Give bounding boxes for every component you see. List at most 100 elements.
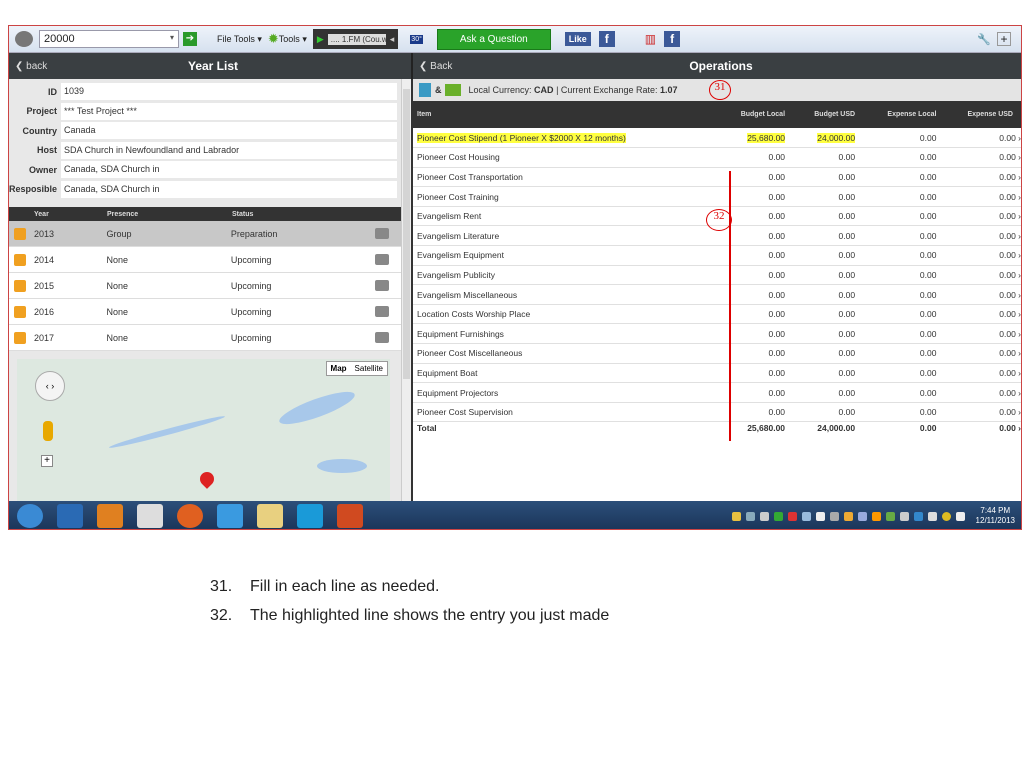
cell-2[interactable]: 0.00 <box>795 284 866 305</box>
volume-icon[interactable]: ◂ <box>390 34 395 45</box>
chevron-right-icon[interactable]: › <box>1016 407 1021 417</box>
chevron-right-icon[interactable]: › <box>1016 270 1021 280</box>
table-row[interactable]: Pioneer Cost Housing 0.00 0.00 0.00 0.00 › <box>413 147 1021 168</box>
tray-icon[interactable] <box>857 511 867 521</box>
tray-icon[interactable] <box>913 511 923 521</box>
skype-icon[interactable] <box>297 504 323 528</box>
add-icon[interactable]: + <box>997 32 1011 46</box>
tray-icon[interactable] <box>801 511 811 521</box>
info-value[interactable]: SDA Church in Newfoundland and Labrador <box>61 141 397 159</box>
cart-icon[interactable] <box>444 84 461 96</box>
flag-icon[interactable] <box>815 511 825 521</box>
go-button[interactable]: ➔ <box>183 32 197 46</box>
cell-1[interactable]: 0.00 <box>720 363 796 384</box>
cell-1[interactable]: 0.00 <box>720 225 796 247</box>
cell-2[interactable]: 0.00 <box>795 304 866 325</box>
notes-icon[interactable] <box>137 504 163 528</box>
map-pin-icon[interactable] <box>197 469 217 489</box>
cell-1[interactable]: 0.00 <box>720 147 796 168</box>
info-value[interactable]: Canada <box>61 122 397 140</box>
facebook-icon[interactable]: f <box>598 31 615 47</box>
cell-2[interactable]: 0.00 <box>795 323 866 345</box>
back-button[interactable]: ❮ Back <box>419 61 479 72</box>
menu-icon[interactable] <box>375 254 390 265</box>
cell-1[interactable]: 0.00 <box>720 402 796 423</box>
cell-2[interactable]: 0.00 <box>795 225 866 247</box>
chevron-right-icon[interactable]: › <box>1016 192 1021 202</box>
gift-icon[interactable]: ▥ <box>645 32 656 46</box>
pan-control[interactable]: ‹ › <box>35 371 65 401</box>
table-row[interactable]: Equipment Projectors 0.00 0.00 0.00 0.00 › <box>413 382 1021 403</box>
year-row[interactable]: 2015 None Upcoming <box>9 273 401 299</box>
tray-icon[interactable] <box>885 511 895 521</box>
volume-icon[interactable] <box>927 511 937 521</box>
cell-1[interactable]: 0.00 <box>720 245 796 266</box>
cell-2[interactable]: 0.00 <box>795 382 866 403</box>
cell-2[interactable]: 0.00 <box>795 343 866 364</box>
cell-1[interactable]: 0.00 <box>720 167 796 188</box>
tools-menu[interactable]: ✹ Tools ▾ <box>268 31 307 47</box>
table-row[interactable]: Evangelism Miscellaneous 0.00 0.00 0.00 0.00… <box>413 284 1021 305</box>
street-view-pegman-icon[interactable] <box>43 421 53 441</box>
year-row[interactable]: 2017 None Upcoming <box>9 325 401 351</box>
clock[interactable]: 7:44 PM 12/11/2013 <box>976 506 1015 526</box>
chevron-right-icon[interactable]: › <box>1016 133 1021 143</box>
menu-icon[interactable] <box>375 306 390 317</box>
cell-1[interactable]: 0.00 <box>720 186 796 207</box>
cell-1[interactable]: 0.00 <box>720 284 796 305</box>
table-row[interactable]: Equipment Boat 0.00 0.00 0.00 0.00 › <box>413 363 1021 384</box>
chevron-right-icon[interactable]: › <box>1016 290 1021 300</box>
left-scrollbar[interactable] <box>401 79 411 501</box>
info-value[interactable]: *** Test Project *** <box>61 102 397 120</box>
tray-icon[interactable] <box>745 511 755 521</box>
menu-icon[interactable] <box>375 228 390 239</box>
power-icon[interactable] <box>955 511 965 521</box>
file-explorer-icon[interactable] <box>257 504 283 528</box>
cell-2[interactable]: 0.00 <box>795 186 866 207</box>
info-value[interactable]: Canada, SDA Church in <box>61 180 397 198</box>
table-row[interactable]: Pioneer Cost Stipend (1 Pioneer X $2000 … <box>413 128 1021 149</box>
internet-explorer-icon[interactable] <box>217 504 243 528</box>
app-menu-icon[interactable] <box>15 31 33 47</box>
table-row[interactable]: Equipment Furnishings 0.00 0.00 0.00 0.00 › <box>413 323 1021 345</box>
chevron-right-icon[interactable]: › <box>1016 368 1021 378</box>
tray-icon[interactable] <box>787 511 797 521</box>
table-row[interactable]: Evangelism Publicity 0.00 0.00 0.00 0.00 › <box>413 265 1021 286</box>
table-row[interactable]: Pioneer Cost Training 0.00 0.00 0.00 0.00 › <box>413 186 1021 207</box>
chevron-right-icon[interactable]: › <box>1016 152 1021 162</box>
cell-2[interactable]: 24,000.00 <box>795 128 866 149</box>
tray-icon[interactable] <box>941 511 951 521</box>
scrollbar-thumb[interactable] <box>403 89 410 379</box>
table-row[interactable]: Evangelism Equipment 0.00 0.00 0.00 0.00 › <box>413 245 1021 266</box>
cell-2[interactable]: 0.00 <box>795 147 866 168</box>
start-button[interactable] <box>17 504 43 528</box>
cell-1[interactable]: 0.00 <box>720 323 796 345</box>
chevron-right-icon[interactable]: › <box>1016 348 1021 358</box>
tray-icon[interactable] <box>843 511 853 521</box>
cell-2[interactable]: 0.00 <box>795 402 866 423</box>
sync-icon[interactable] <box>773 511 783 521</box>
cell-2[interactable]: 0.00 <box>795 265 866 286</box>
chevron-right-icon[interactable]: › <box>1016 388 1021 398</box>
file-tools-menu[interactable]: File Tools ▾ <box>217 34 262 45</box>
year-row[interactable]: 2014 None Upcoming <box>9 247 401 273</box>
cell-2[interactable]: 0.00 <box>795 363 866 384</box>
table-row[interactable]: Location Costs Worship Place 0.00 0.00 0.00… <box>413 304 1021 325</box>
facebook-notification-icon[interactable]: f <box>664 31 681 47</box>
chevron-right-icon[interactable]: › <box>1016 172 1021 182</box>
back-button[interactable]: ❮ back <box>15 61 75 72</box>
tray-icon[interactable] <box>731 511 741 521</box>
table-row[interactable]: Pioneer Cost Transportation 0.00 0.00 0.00 0… <box>413 167 1021 188</box>
cell-1[interactable]: 25,680.00 <box>720 128 796 149</box>
tray-icon[interactable] <box>871 511 881 521</box>
chevron-right-icon[interactable]: › <box>1016 231 1021 241</box>
table-row[interactable]: Pioneer Cost Supervision 0.00 0.00 0.00 0.00… <box>413 402 1021 423</box>
calculator-icon[interactable] <box>419 83 431 97</box>
chevron-right-icon[interactable]: › <box>1016 309 1021 319</box>
weather-icon[interactable]: 30° <box>410 34 423 44</box>
map[interactable]: Map Satellite ‹ › + <box>17 359 390 501</box>
play-icon[interactable]: ▶ <box>317 34 324 45</box>
media-player-icon[interactable] <box>57 504 83 528</box>
info-value[interactable]: 1039 <box>61 83 397 101</box>
signal-icon[interactable] <box>899 511 909 521</box>
